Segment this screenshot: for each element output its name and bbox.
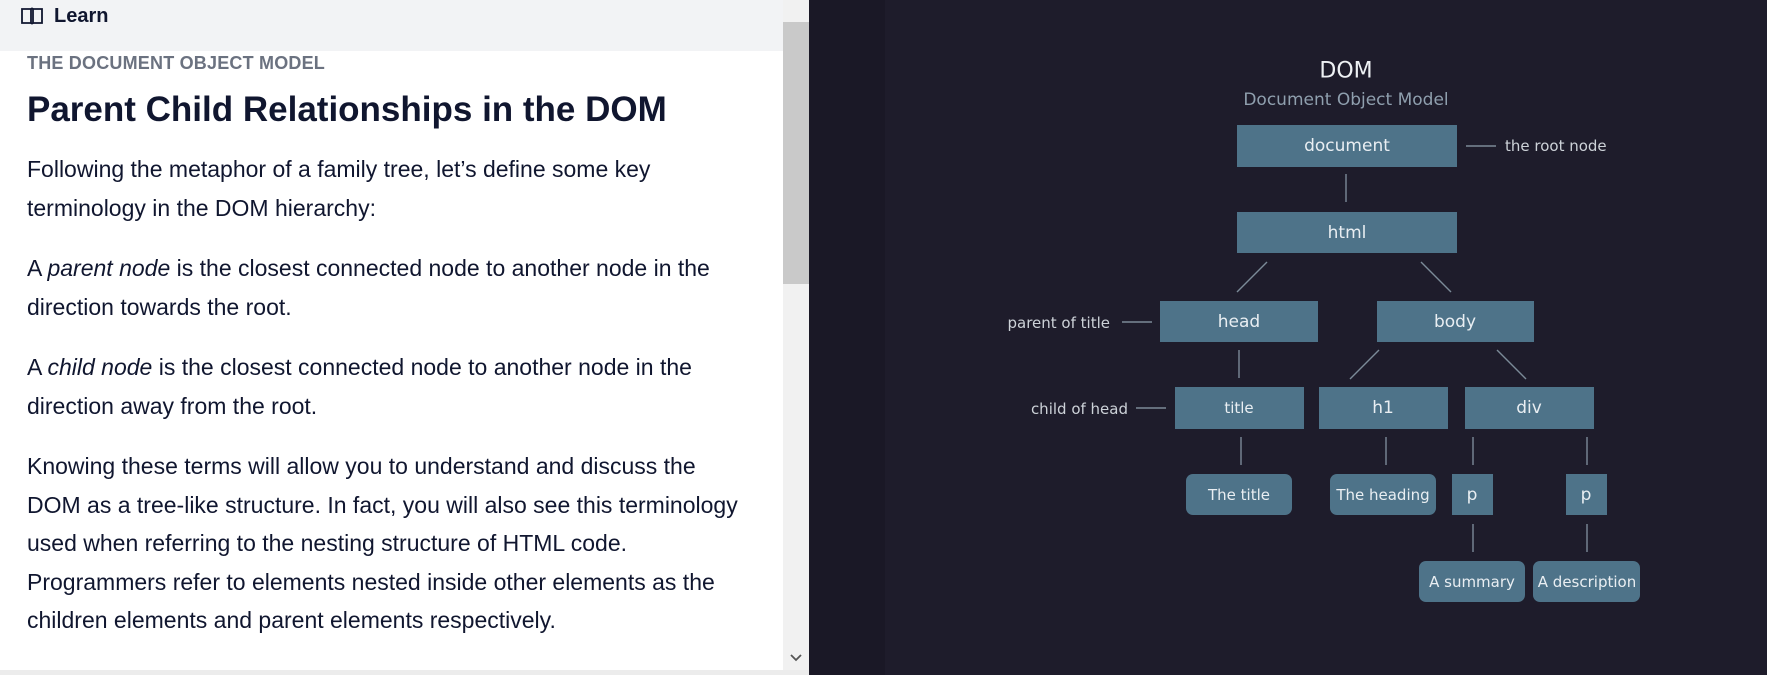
edge-body-h1 — [1349, 349, 1380, 380]
lesson-panel: Learn THE DOCUMENT OBJECT MODEL Parent C… — [0, 0, 783, 675]
node-head: head — [1160, 301, 1318, 342]
learn-label: Learn — [54, 5, 109, 27]
annotation-parent-of-title: parent of title — [1008, 314, 1111, 332]
term-parent-node: parent node — [47, 255, 171, 281]
edge-html-head — [1236, 261, 1268, 293]
node-p1: p — [1452, 474, 1493, 515]
learn-header: Learn — [0, 0, 783, 51]
edge-body-div — [1496, 349, 1527, 380]
text: A — [27, 255, 48, 281]
node-div: div — [1465, 387, 1594, 429]
node-label: p — [1467, 485, 1478, 505]
node-body: body — [1377, 301, 1534, 342]
node-label: A description — [1538, 573, 1636, 591]
node-label: head — [1218, 312, 1260, 332]
node-label: title — [1224, 399, 1253, 417]
page-title: Parent Child Relationships in the DOM — [27, 90, 667, 129]
book-icon — [21, 7, 43, 25]
node-the-heading: The heading — [1330, 474, 1436, 515]
dom-tree-diagram: DOM Document Object Model the root node … — [1008, 59, 1640, 602]
node-label: html — [1328, 223, 1367, 243]
paragraph-child-node: A child node is the closest connected no… — [27, 348, 751, 425]
paragraph-terms: Knowing these terms will allow you to un… — [27, 453, 738, 633]
horizontal-scrollbar[interactable] — [0, 670, 809, 675]
node-document: document — [1237, 125, 1457, 167]
annotation-child-of-head: child of head — [1031, 400, 1128, 418]
node-label: h1 — [1372, 398, 1394, 418]
node-label: body — [1434, 312, 1476, 332]
node-a-summary: A summary — [1419, 561, 1525, 602]
node-a-description: A description — [1533, 561, 1640, 602]
node-label: document — [1304, 136, 1390, 156]
node-label: div — [1516, 398, 1542, 418]
scrollbar-thumb[interactable] — [783, 22, 809, 284]
edge-html-body — [1420, 261, 1452, 293]
paragraph-parent-node: A parent node is the closest connected n… — [27, 249, 751, 326]
term-child-node: child node — [47, 354, 153, 380]
node-label: The title — [1207, 486, 1270, 504]
node-h1: h1 — [1319, 387, 1448, 429]
paragraph-intro: Following the metaphor of a family tree,… — [27, 156, 651, 221]
node-label: p — [1581, 485, 1592, 505]
text: A — [27, 354, 48, 380]
node-label: A summary — [1429, 573, 1515, 591]
node-p2: p — [1566, 474, 1607, 515]
annotation-root-node: the root node — [1505, 137, 1607, 155]
article: THE DOCUMENT OBJECT MODEL Parent Child R… — [27, 50, 751, 640]
node-title: title — [1175, 387, 1304, 429]
node-the-title: The title — [1186, 474, 1292, 515]
node-html: html — [1237, 212, 1457, 253]
diagram-title: DOM — [1319, 59, 1372, 84]
node-label: The heading — [1335, 486, 1429, 504]
section-eyebrow: THE DOCUMENT OBJECT MODEL — [27, 53, 326, 73]
chevron-down-icon[interactable] — [788, 650, 804, 666]
diagram-subtitle: Document Object Model — [1243, 90, 1448, 110]
